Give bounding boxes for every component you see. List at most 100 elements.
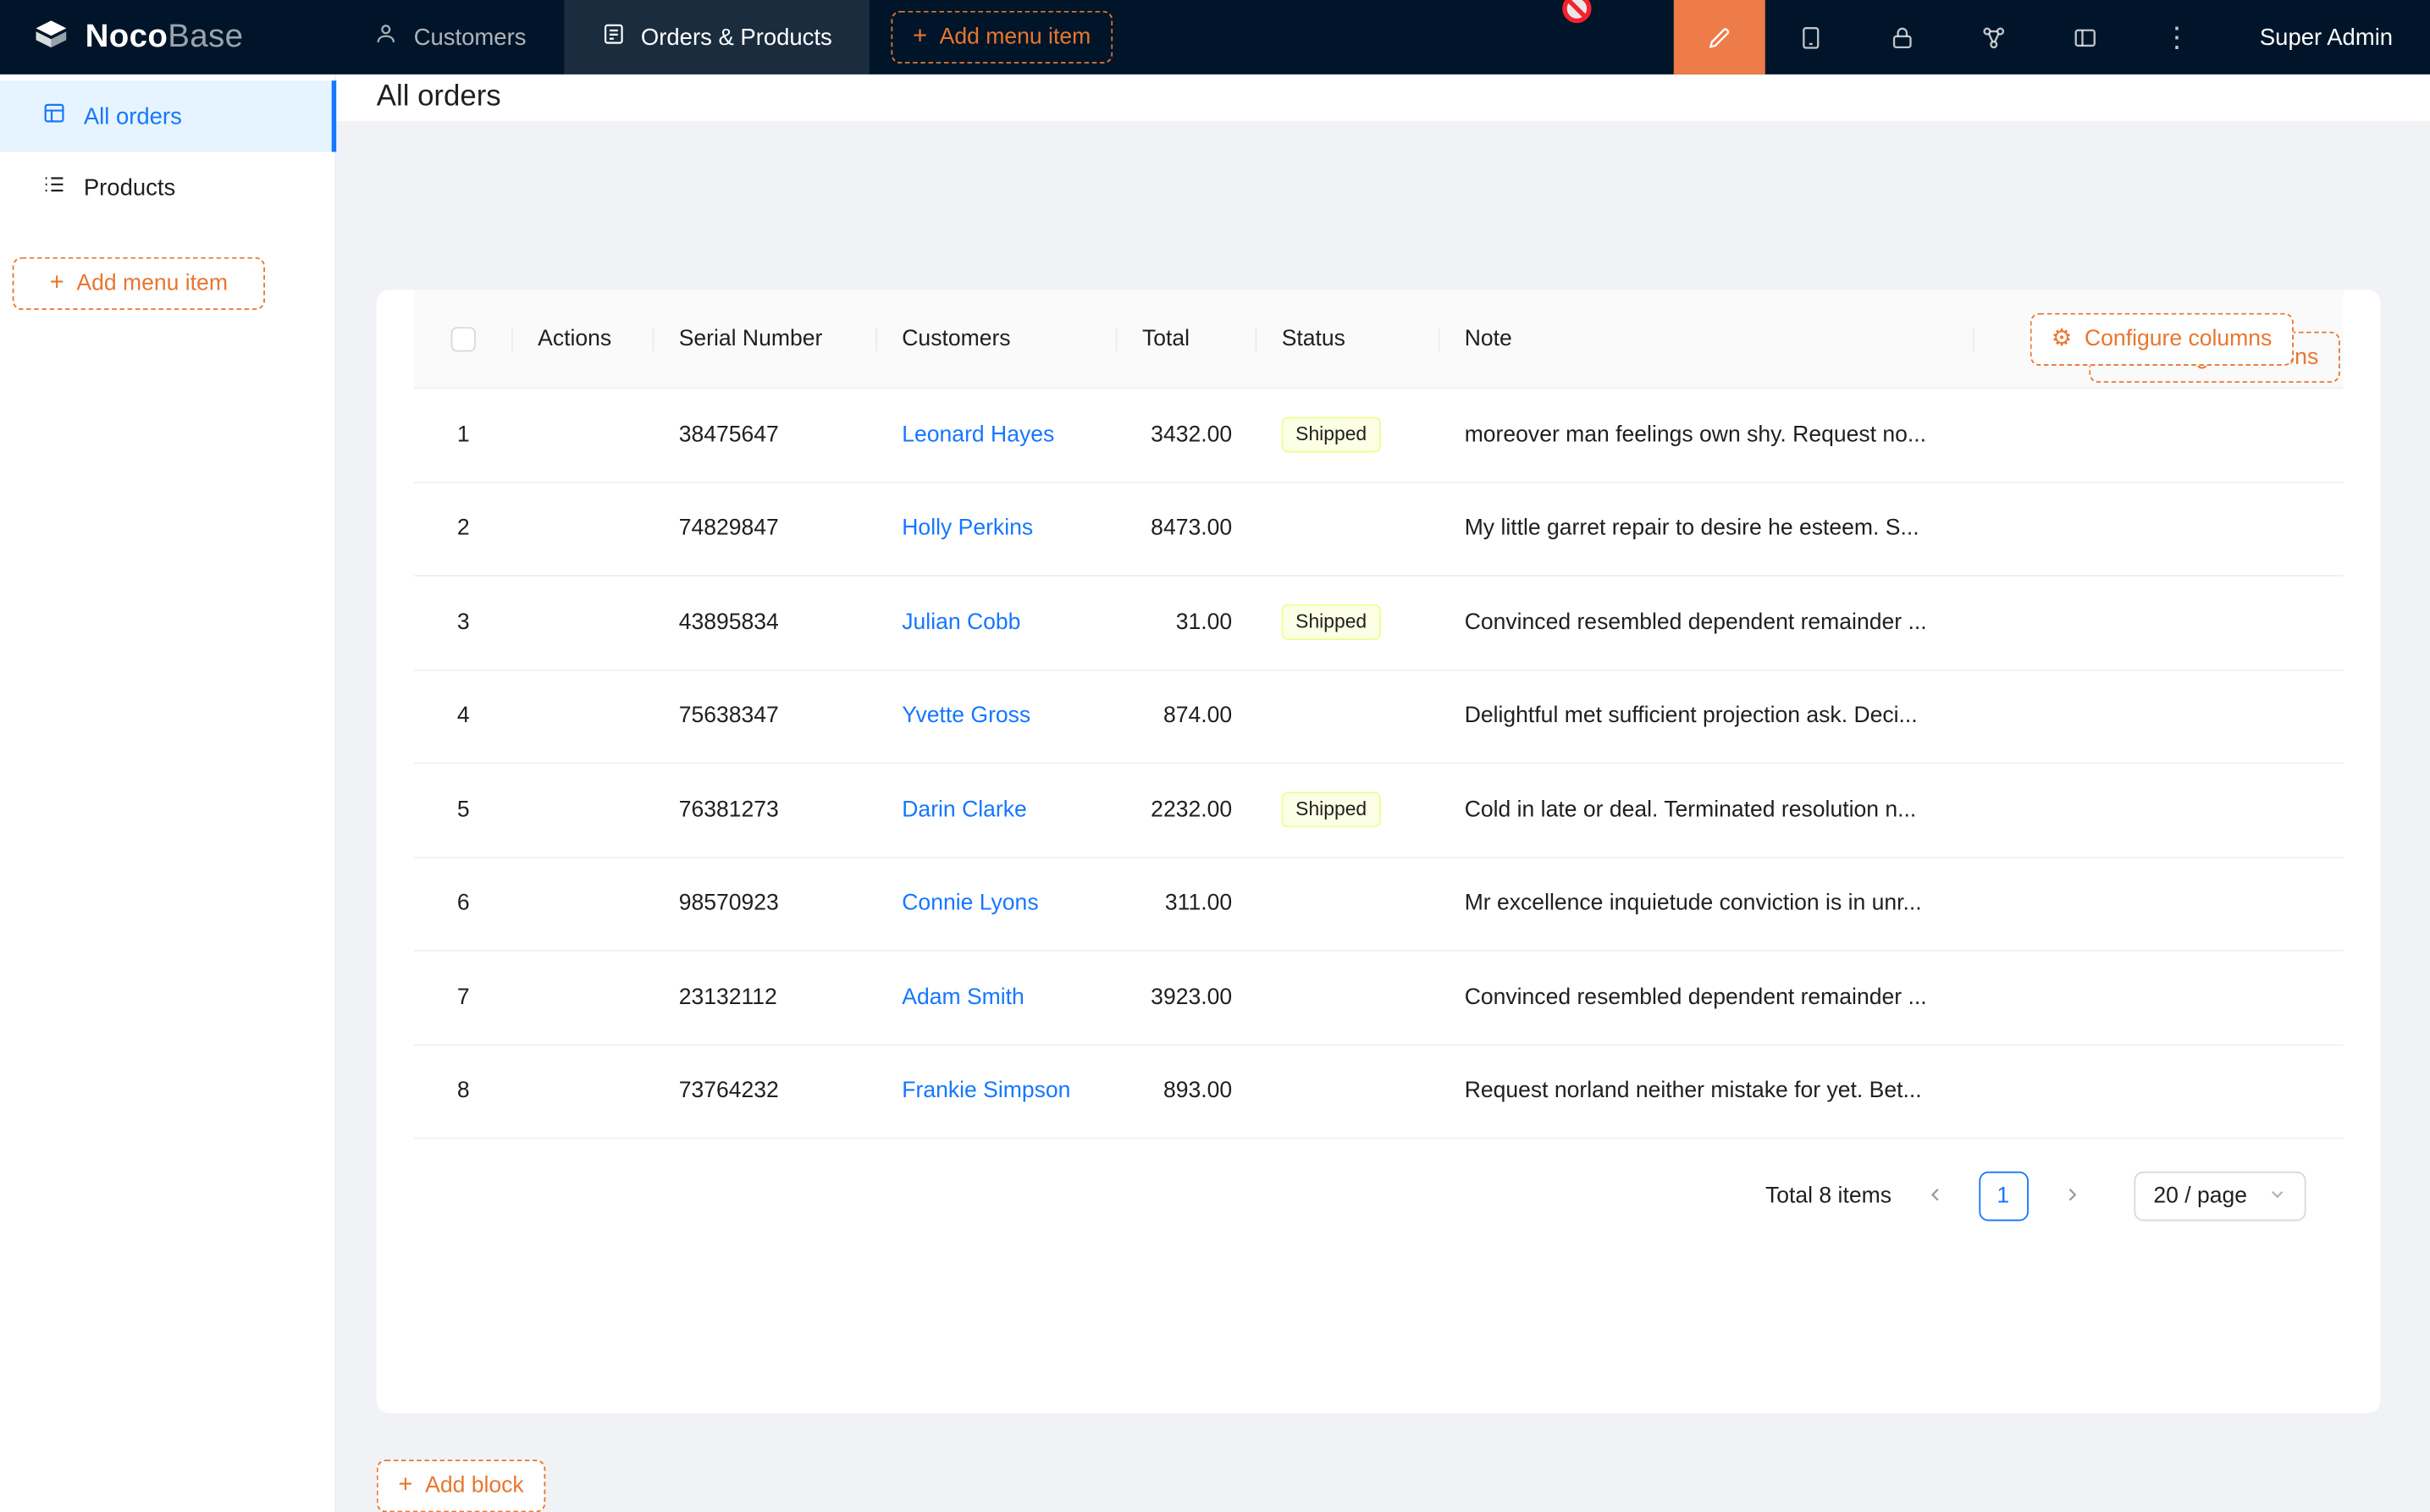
note-cell: Convinced resembled dependent remainder … xyxy=(1439,985,1974,1010)
page-1-button[interactable]: 1 xyxy=(1978,1172,2028,1222)
add-block-button[interactable]: + Add block xyxy=(377,1460,546,1512)
main: All orders ⚙ Configure actions xyxy=(336,74,2430,1512)
header-add-menu-item-button[interactable]: + Add menu item xyxy=(891,11,1113,63)
nav-tab-customers-label: Customers xyxy=(414,24,527,50)
customer-cell: Julian Cobb xyxy=(877,610,1118,635)
add-block-label: Add block xyxy=(425,1474,524,1498)
more-actions-button[interactable]: ⋮ xyxy=(2131,0,2223,74)
total-cell: 893.00 xyxy=(1118,1079,1257,1103)
serial-cell: 74829847 xyxy=(654,516,877,541)
serial-cell: 76381273 xyxy=(654,797,877,822)
chevron-right-icon xyxy=(2062,1184,2080,1207)
customer-link[interactable]: Adam Smith xyxy=(902,985,1024,1010)
serial-cell: 73764232 xyxy=(654,1079,877,1103)
row-index: 2 xyxy=(414,516,513,541)
status-tag: Shipped xyxy=(1282,604,1381,640)
row-index: 5 xyxy=(414,797,513,822)
highlighter-icon xyxy=(1706,24,1732,50)
ellipsis-vertical-icon: ⋮ xyxy=(2162,21,2190,53)
note-cell: Convinced resembled dependent remainder … xyxy=(1439,610,1974,635)
plus-icon: + xyxy=(50,271,64,295)
page-header: All orders xyxy=(336,74,2430,121)
pagination-total: Total 8 items xyxy=(1765,1184,1892,1208)
note-cell: moreover man feelings own shy. Request n… xyxy=(1439,422,1974,447)
app: NocoBase Customers Orders & Products + xyxy=(0,0,2430,1512)
note-cell: Delightful met sufficient projection ask… xyxy=(1439,704,1974,728)
customer-link[interactable]: Frankie Simpson xyxy=(902,1079,1070,1103)
select-all-checkbox[interactable] xyxy=(451,326,476,350)
sidebar: All orders Products + Add menu item xyxy=(0,74,336,1512)
customer-link[interactable]: Yvette Gross xyxy=(902,704,1030,728)
total-cell: 31.00 xyxy=(1118,610,1257,635)
customer-link[interactable]: Holly Perkins xyxy=(902,516,1033,541)
total-cell: 3432.00 xyxy=(1118,422,1257,447)
page-size-select[interactable]: 20 / page xyxy=(2134,1172,2306,1222)
column-header-status: Status xyxy=(1256,326,1439,350)
nocobase-logo-icon xyxy=(31,14,72,60)
customer-cell: Darin Clarke xyxy=(877,797,1118,822)
configure-columns-button[interactable]: ⚙ Configure columns xyxy=(2030,312,2294,365)
chevron-down-icon xyxy=(2269,1184,2286,1208)
ui-editor-button[interactable] xyxy=(1674,0,1765,74)
logo-base: Base xyxy=(168,19,243,54)
sidebar-item-products[interactable]: Products xyxy=(0,152,334,223)
total-cell: 8473.00 xyxy=(1118,516,1257,541)
sidebar-add-menu-item-label: Add menu item xyxy=(76,271,228,295)
prev-page-button[interactable] xyxy=(1914,1172,1957,1222)
sidebar-item-products-label: Products xyxy=(84,174,175,201)
status-cell: Shipped xyxy=(1256,417,1439,453)
column-header-serial-number: Serial Number xyxy=(654,326,877,350)
sidebar-add-menu-item-button[interactable]: + Add menu item xyxy=(13,257,265,310)
next-page-button[interactable] xyxy=(2050,1172,2093,1222)
customer-link[interactable]: Leonard Hayes xyxy=(902,422,1054,447)
note-cell: Cold in late or deal. Terminated resolut… xyxy=(1439,797,1974,822)
note-cell: Request norland neither mistake for yet.… xyxy=(1439,1079,1974,1103)
plugins-button[interactable] xyxy=(1948,0,2040,74)
customer-link[interactable]: Julian Cobb xyxy=(902,610,1020,635)
column-header-actions: Actions xyxy=(513,326,654,350)
column-header-note: Note xyxy=(1439,326,1974,350)
table-row: 5 76381273 Darin Clarke 2232.00 Shipped … xyxy=(414,764,2344,858)
customer-link[interactable]: Connie Lyons xyxy=(902,891,1038,916)
customer-link[interactable]: Darin Clarke xyxy=(902,797,1027,822)
table-row: 2 74829847 Holly Perkins 8473.00 My litt… xyxy=(414,483,2344,577)
table-row: 7 23132112 Adam Smith 3923.00 Convinced … xyxy=(414,952,2344,1046)
header-right-toolbar: ⋮ Super Admin xyxy=(1674,0,2430,74)
customers-icon xyxy=(373,22,398,53)
total-cell: 2232.00 xyxy=(1118,797,1257,822)
note-cell: Mr excellence inquietude conviction is i… xyxy=(1439,891,1974,916)
layout-toggle-button[interactable] xyxy=(2040,0,2131,74)
header-add-menu-item-label: Add menu item xyxy=(940,25,1091,49)
status-tag: Shipped xyxy=(1282,417,1381,453)
layout-icon xyxy=(2072,24,2098,50)
logo[interactable]: NocoBase xyxy=(0,0,336,74)
blocked-cursor-icon xyxy=(1560,0,1593,31)
note-cell: My little garret repair to desire he est… xyxy=(1439,516,1974,541)
select-all-cell xyxy=(414,326,513,350)
page-title: All orders xyxy=(377,80,501,114)
api-nodes-icon xyxy=(1980,24,2007,50)
serial-cell: 75638347 xyxy=(654,704,877,728)
table-row: 6 98570923 Connie Lyons 311.00 Mr excell… xyxy=(414,858,2344,952)
customer-cell: Connie Lyons xyxy=(877,891,1118,916)
logo-noco: Noco xyxy=(86,19,168,54)
nav-tab-orders-products[interactable]: Orders & Products xyxy=(563,0,869,74)
nav-tab-orders-products-label: Orders & Products xyxy=(641,24,832,50)
customer-cell: Leonard Hayes xyxy=(877,422,1118,447)
row-index: 1 xyxy=(414,422,513,447)
mobile-preview-button[interactable] xyxy=(1765,0,1857,74)
sidebar-item-all-orders[interactable]: All orders xyxy=(0,80,334,152)
customer-cell: Holly Perkins xyxy=(877,516,1118,541)
table-row: 3 43895834 Julian Cobb 31.00 Shipped Con… xyxy=(414,577,2344,670)
status-tag: Shipped xyxy=(1282,792,1381,828)
total-cell: 311.00 xyxy=(1118,891,1257,916)
row-index: 4 xyxy=(414,704,513,728)
nav-tab-customers[interactable]: Customers xyxy=(336,0,563,74)
sidebar-item-all-orders-label: All orders xyxy=(84,103,182,130)
column-header-total: Total xyxy=(1118,326,1257,350)
user-menu[interactable]: Super Admin xyxy=(2223,0,2430,74)
table-row: 4 75638347 Yvette Gross 874.00 Delightfu… xyxy=(414,670,2344,764)
serial-cell: 98570923 xyxy=(654,891,877,916)
permissions-button[interactable] xyxy=(1857,0,1948,74)
user-name: Super Admin xyxy=(2260,24,2393,50)
